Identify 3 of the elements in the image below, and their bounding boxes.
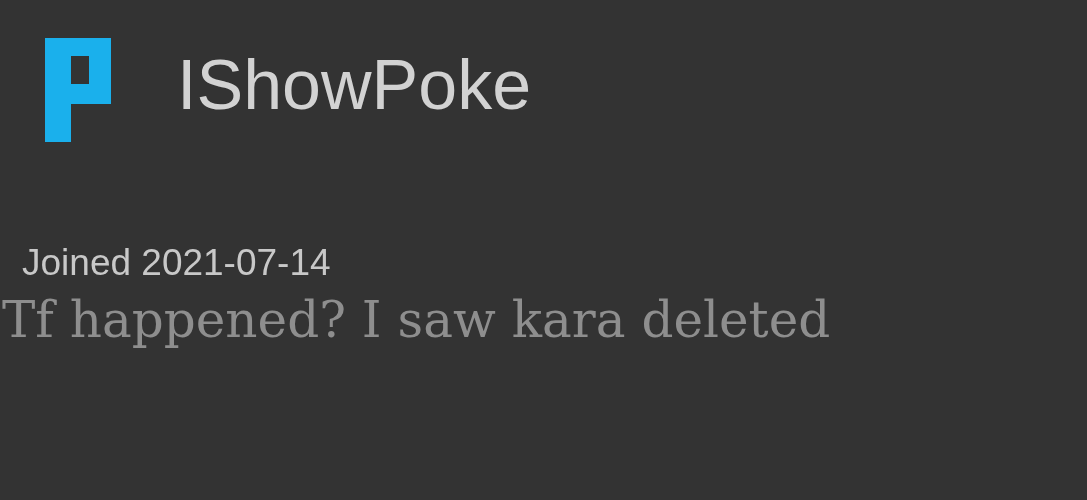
joined-date: Joined 2021-07-14 (22, 244, 331, 281)
logo-icon (45, 38, 111, 142)
username: IShowPoke (177, 50, 532, 120)
